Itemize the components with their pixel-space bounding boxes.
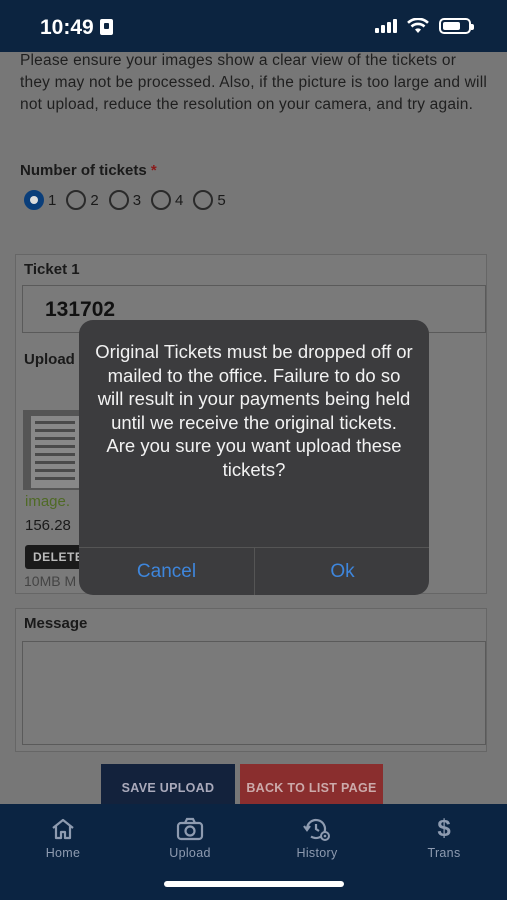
back-to-list-button[interactable]: BACK TO LIST PAGE	[240, 764, 383, 804]
uploaded-image-thumbnail[interactable]	[23, 410, 83, 490]
delete-image-button[interactable]: DELETE	[25, 545, 85, 569]
tab-history[interactable]: History	[272, 814, 362, 860]
tab-home[interactable]: Home	[18, 814, 108, 860]
ticket-count-label-text: Number of tickets	[20, 162, 147, 179]
radio-label: 1	[48, 191, 57, 209]
upload-label: Upload	[24, 351, 75, 368]
radio-label: 3	[132, 191, 142, 209]
lock-screen-icon	[99, 19, 113, 35]
radio-button[interactable]	[66, 190, 87, 210]
ticket-count-option-5[interactable]: 5	[193, 190, 226, 210]
home-indicator[interactable]	[164, 881, 344, 887]
tab-upload[interactable]: Upload	[145, 814, 235, 860]
status-time: 10:49	[40, 16, 113, 40]
wifi-icon	[407, 18, 429, 33]
ticket-label: Ticket 1	[24, 261, 80, 278]
radio-button-selected[interactable]	[24, 190, 44, 210]
file-size: 156.28	[25, 517, 71, 534]
confirm-upload-dialog: Original Tickets must be dropped off or …	[79, 320, 429, 595]
ticket-count-option-2[interactable]: 2	[66, 190, 99, 210]
message-panel: Message	[15, 608, 487, 752]
ticket-count-radio-group: 1 2 3 4 5	[24, 190, 230, 210]
message-label: Message	[24, 615, 88, 632]
ticket-count-option-3[interactable]: 3	[108, 190, 142, 210]
tab-trans-label: Trans	[427, 846, 461, 860]
tab-trans[interactable]: $ Trans	[399, 814, 489, 860]
tab-history-label: History	[296, 846, 338, 860]
dollar-icon: $	[437, 815, 451, 842]
max-size-note: 10MB M	[24, 573, 77, 589]
radio-label: 5	[217, 191, 226, 209]
required-asterisk: *	[150, 162, 157, 179]
dialog-ok-button[interactable]: Ok	[255, 548, 429, 595]
radio-button[interactable]	[151, 190, 172, 210]
intro-text: Please ensure your images show a clear v…	[20, 52, 487, 113]
ticket-count-option-1[interactable]: 1	[24, 190, 56, 210]
status-bar: 10:49	[0, 0, 507, 52]
cellular-signal-icon	[375, 19, 397, 33]
battery-icon	[439, 18, 474, 34]
history-icon	[303, 818, 330, 841]
camera-icon	[176, 817, 204, 841]
clock-text: 10:49	[40, 16, 94, 39]
ticket-count-option-4[interactable]: 4	[151, 190, 183, 210]
home-icon	[52, 818, 74, 840]
file-name[interactable]: image.	[25, 493, 70, 510]
radio-label: 4	[175, 191, 184, 209]
radio-button[interactable]	[193, 190, 214, 210]
radio-button[interactable]	[108, 190, 129, 210]
save-upload-button[interactable]: SAVE UPLOAD	[101, 764, 235, 804]
dialog-cancel-button[interactable]: Cancel	[79, 548, 254, 595]
radio-label: 2	[90, 191, 99, 209]
status-indicators	[375, 18, 474, 34]
tab-home-label: Home	[45, 846, 81, 860]
tab-upload-label: Upload	[169, 846, 211, 860]
ticket-count-label: Number of tickets *	[20, 162, 157, 179]
dialog-message: Original Tickets must be dropped off or …	[95, 341, 413, 480]
message-textarea[interactable]	[22, 641, 486, 745]
